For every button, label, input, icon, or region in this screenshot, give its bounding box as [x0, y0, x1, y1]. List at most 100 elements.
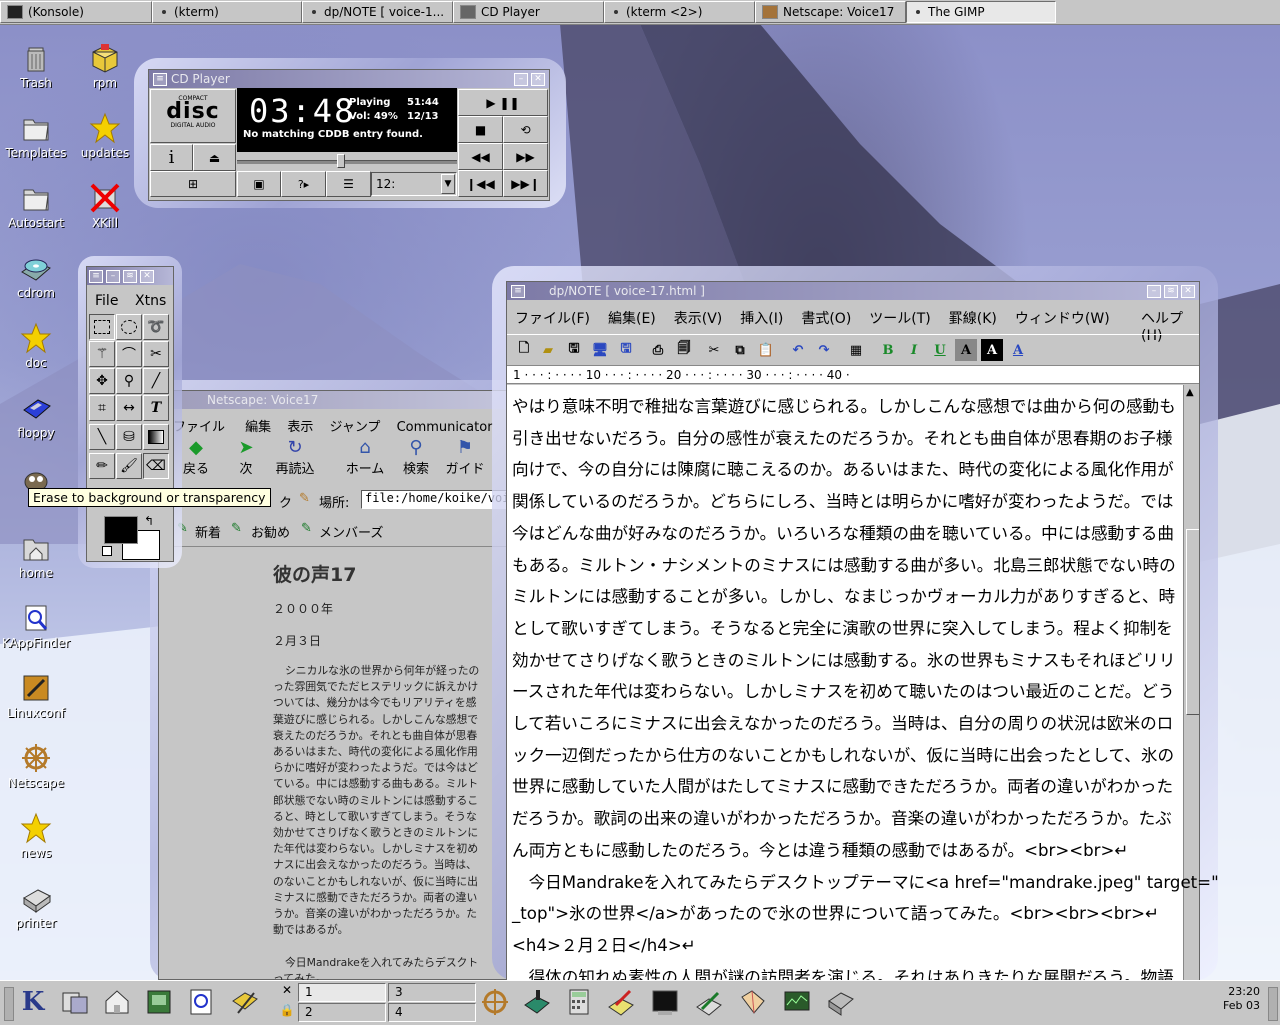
mail-launcher[interactable]	[520, 985, 554, 1019]
window-menu-icon[interactable]: ≡	[511, 284, 525, 298]
pencil-tool[interactable]: ✏	[89, 453, 115, 479]
kfm-launcher[interactable]	[736, 985, 770, 1019]
fast-forward-button[interactable]: ▶▶	[503, 143, 548, 170]
desktop-icon-linuxconf[interactable]: Linuxconf	[0, 672, 72, 720]
menu-window[interactable]: ウィンドウ(W)	[1015, 311, 1110, 327]
play-pause-button[interactable]: ▶ ❚❚	[458, 89, 548, 116]
close-button[interactable]: ✕	[531, 72, 545, 86]
gimp-menu-file[interactable]: File	[95, 293, 118, 309]
ellipse-select-tool[interactable]	[116, 314, 142, 340]
task-cdplayer[interactable]: CD Player	[453, 1, 604, 23]
loop-button[interactable]: ⟲	[503, 116, 548, 143]
pager-desktop-4[interactable]: 4	[388, 1003, 476, 1022]
close-button[interactable]: ✕	[1181, 284, 1195, 298]
paste-button[interactable]: 📋	[755, 339, 777, 361]
redo-button[interactable]: ↷	[813, 339, 835, 361]
terminal-launcher[interactable]	[648, 985, 682, 1019]
window-list-button[interactable]	[58, 985, 92, 1019]
next-track-button[interactable]: ▶▶❙	[503, 170, 548, 197]
task-kterm-2[interactable]: (kterm <2>)	[604, 1, 755, 23]
panel-handle-right[interactable]	[1268, 987, 1278, 1021]
reload-button[interactable]: ↻ 再読込	[271, 437, 319, 477]
previous-track-button[interactable]: ❙◀◀	[458, 170, 503, 197]
paint-launcher[interactable]	[604, 985, 638, 1019]
window-menu-icon[interactable]: ≡	[153, 72, 167, 86]
control-center-button[interactable]	[142, 985, 176, 1019]
search-button[interactable]: ⚲ 検索	[397, 437, 435, 477]
home-folder-button[interactable]	[100, 985, 134, 1019]
menu-format[interactable]: 書式(O)	[801, 311, 851, 327]
personal-members[interactable]: メンバーズ	[319, 522, 383, 541]
save-button[interactable]: 🖫	[563, 339, 585, 361]
help-button[interactable]	[184, 985, 218, 1019]
lock-icon[interactable]: 🔒	[278, 1003, 296, 1021]
cd-help-button[interactable]: ?▸	[281, 171, 326, 197]
calculator-launcher[interactable]	[562, 985, 596, 1019]
bezier-select-tool[interactable]: ⌒	[116, 341, 142, 367]
desktop-icon-cdrom[interactable]: cdrom	[0, 252, 72, 300]
print-button[interactable]: ⎙	[647, 339, 669, 361]
netscape-launcher[interactable]	[478, 985, 512, 1019]
crop-tool[interactable]: ⌗	[89, 395, 115, 421]
task-netscape[interactable]: Netscape: Voice17	[755, 1, 906, 23]
menu-edit[interactable]: 編集(E)	[608, 311, 656, 327]
default-colors-icon[interactable]	[102, 546, 112, 556]
close-icon[interactable]: ✕	[278, 983, 296, 1001]
close-button[interactable]: ✕	[140, 269, 154, 283]
lasso-tool[interactable]: ➰	[143, 314, 169, 340]
netscape-titlebar[interactable]: Netscape: Voice17	[159, 391, 517, 409]
copy-button[interactable]: ⧉	[729, 339, 751, 361]
open-file-button[interactable]: ▰	[537, 339, 559, 361]
task-gimp[interactable]: The GIMP	[906, 1, 1056, 23]
monitor-launcher[interactable]	[780, 985, 814, 1019]
shade-button[interactable]: ≋	[1164, 284, 1178, 298]
netscape-menu-edit[interactable]: 編集	[245, 420, 271, 435]
netscape-menu-go[interactable]: ジャンプ	[329, 420, 380, 435]
desktop-icon-floppy[interactable]: floppy	[0, 392, 72, 440]
desktop-icon-templates[interactable]: Templates	[0, 112, 72, 160]
scroll-up-icon[interactable]: ▲	[1186, 387, 1194, 398]
eyedropper-tool[interactable]: ╲	[89, 424, 115, 450]
personal-new[interactable]: 新着	[195, 522, 221, 541]
scissors-tool[interactable]: ✂	[143, 341, 169, 367]
foreground-color-swatch[interactable]	[104, 516, 138, 544]
color-picker-tool[interactable]: ╱	[143, 368, 169, 394]
desktop-icon-rpm[interactable]: rpm	[69, 42, 141, 90]
paintbrush-tool[interactable]: 🖌	[116, 453, 142, 479]
italic-button[interactable]: I	[903, 339, 925, 361]
save-all-button[interactable]: 🖫	[615, 339, 637, 361]
magnify-tool[interactable]: ⚲	[116, 368, 142, 394]
editor-launcher[interactable]	[692, 985, 726, 1019]
eraser-tool[interactable]: ⌫	[143, 453, 169, 479]
stop-button[interactable]: ■	[458, 116, 503, 143]
minimize-button[interactable]: –	[514, 72, 528, 86]
save-as-button[interactable]: 🖥	[589, 339, 611, 361]
cd-progress-knob[interactable]	[337, 154, 345, 168]
shade-button[interactable]: ≋	[123, 269, 137, 283]
print-preview-button[interactable]: 🗐	[673, 339, 695, 361]
fuzzy-select-tool[interactable]: ⚚	[89, 341, 115, 367]
desktop-icon-trash[interactable]: Trash	[0, 42, 72, 90]
cd-progress-slider[interactable]	[237, 153, 457, 169]
cdplayer-titlebar[interactable]: ≡ CD Player – ✕	[149, 70, 549, 88]
kde-menu-button[interactable]: K	[16, 985, 50, 1019]
cd-info-button[interactable]: i	[150, 144, 193, 171]
clock[interactable]: 23:20 Feb 03	[1223, 985, 1260, 1013]
task-konsole[interactable]: (Konsole)	[0, 1, 152, 23]
task-kterm[interactable]: (kterm)	[152, 1, 302, 23]
eject-button[interactable]: ⏏	[193, 144, 236, 171]
settings-launcher[interactable]	[824, 985, 858, 1019]
back-button[interactable]: ◆ 戻る	[181, 437, 211, 477]
guide-button[interactable]: ⚑ ガイド	[443, 437, 487, 477]
underline-button[interactable]: U	[929, 339, 951, 361]
font-color-button[interactable]: A	[1007, 339, 1029, 361]
cddb-button[interactable]: ▣	[237, 171, 281, 197]
menu-view[interactable]: 表示(V)	[674, 311, 723, 327]
minimize-button[interactable]: –	[106, 269, 120, 283]
menu-tools[interactable]: ツール(T)	[869, 311, 930, 327]
kfm-button[interactable]	[228, 985, 262, 1019]
chevron-down-icon[interactable]: ▼	[441, 174, 455, 194]
desktop-icon-doc[interactable]: doc	[0, 322, 72, 370]
cd-tracklist-button[interactable]: ☰	[326, 171, 371, 197]
rewind-button[interactable]: ◀◀	[458, 143, 503, 170]
